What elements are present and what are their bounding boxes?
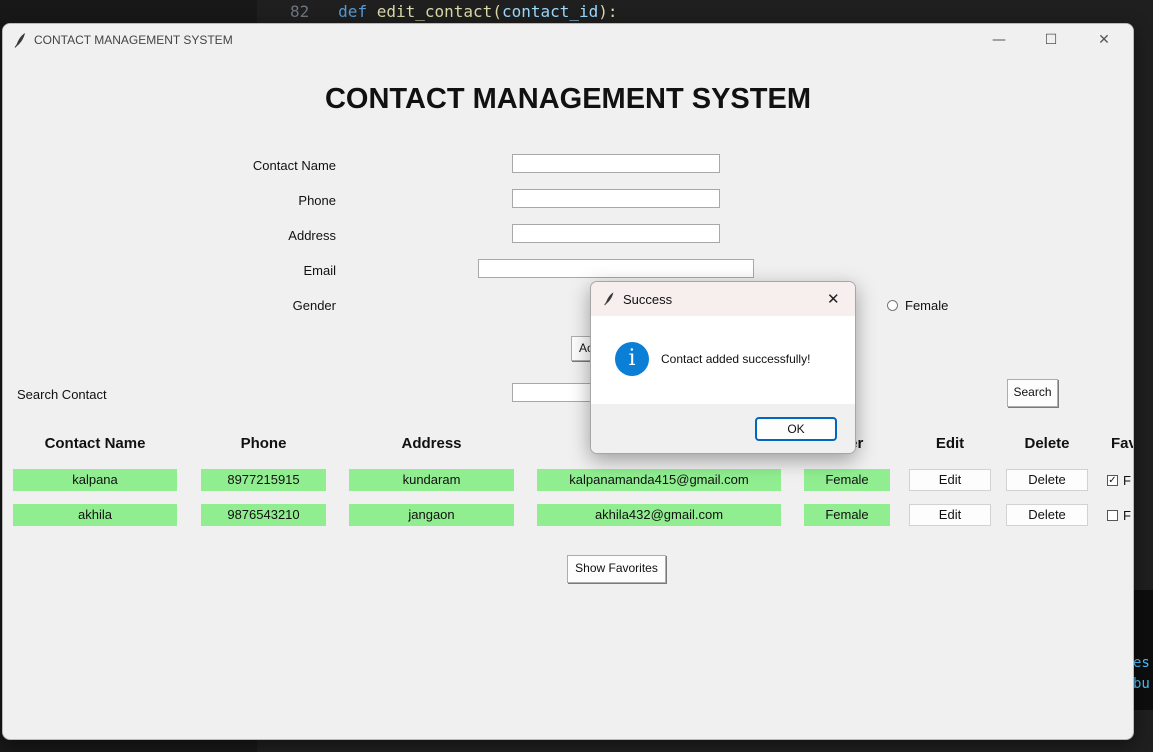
contact-name-input[interactable]: [512, 154, 720, 173]
search-input[interactable]: [512, 383, 602, 402]
code-line: 82 def edit_contact(contact_id):: [290, 2, 618, 21]
table-cell-gender: Female: [804, 469, 890, 491]
code-keyword: def: [338, 2, 368, 21]
ok-button[interactable]: OK: [755, 417, 837, 441]
dialog-title: Success: [623, 292, 673, 307]
gender-label: Gender: [292, 298, 336, 313]
feather-icon: [604, 292, 614, 306]
terminal-text-2: bu: [1133, 676, 1150, 692]
close-button[interactable]: ✕: [1091, 28, 1117, 52]
page-title: CONTACT MANAGEMENT SYSTEM: [324, 83, 811, 115]
line-number: 82: [290, 2, 310, 21]
checkmark-icon: ✓: [1107, 475, 1118, 486]
column-header-address: Address: [401, 435, 462, 452]
phone-input[interactable]: [512, 189, 720, 208]
email-label: Email: [303, 263, 336, 278]
gender-female-radio[interactable]: Female: [887, 298, 948, 313]
favorite-checkbox[interactable]: ✓ F: [1107, 473, 1131, 488]
radio-dot: [887, 300, 898, 311]
table-cell-email: akhila432@gmail.com: [537, 504, 781, 526]
dialog-body: i Contact added successfully!: [591, 316, 855, 404]
success-dialog: Success ✕ i Contact added successfully! …: [590, 281, 856, 454]
address-input[interactable]: [512, 224, 720, 243]
table-cell-phone: 9876543210: [201, 504, 326, 526]
code-paren-close: ):: [598, 2, 618, 21]
checkbox-empty-icon: [1107, 510, 1118, 521]
contact-name-label: Contact Name: [252, 158, 336, 173]
email-input[interactable]: [478, 259, 754, 278]
code-parameter: contact_id: [501, 2, 599, 21]
table-cell-email: kalpanamanda415@gmail.com: [537, 469, 781, 491]
column-header-name: Contact Name: [44, 435, 146, 452]
table-cell-phone: 8977215915: [201, 469, 326, 491]
table-cell-address: kundaram: [349, 469, 514, 491]
edit-button[interactable]: Edit: [909, 504, 991, 526]
info-icon: i: [615, 342, 649, 376]
table-cell-address: jangaon: [349, 504, 514, 526]
table-cell-name: kalpana: [13, 469, 177, 491]
phone-label: Phone: [298, 193, 336, 208]
code-function-name: edit_contact: [376, 2, 493, 21]
show-favorites-button[interactable]: Show Favorites: [567, 555, 666, 583]
dialog-footer: OK: [591, 404, 855, 453]
delete-button[interactable]: Delete: [1006, 469, 1088, 491]
maximize-button[interactable]: ☐: [1038, 28, 1064, 52]
code-paren-open: (: [492, 2, 502, 21]
dialog-message: Contact added successfully!: [661, 352, 811, 366]
column-header-phone: Phone: [240, 435, 287, 452]
favorite-checkbox[interactable]: F: [1107, 508, 1131, 523]
terminal-text-1: es: [1133, 655, 1150, 671]
favorite-label: F: [1123, 508, 1131, 523]
dialog-title-bar[interactable]: Success ✕: [591, 282, 855, 316]
title-bar[interactable]: CONTACT MANAGEMENT SYSTEM — ☐ ✕: [3, 24, 1133, 57]
column-header-edit: Edit: [935, 435, 965, 452]
search-button[interactable]: Search: [1007, 379, 1058, 407]
edit-button[interactable]: Edit: [909, 469, 991, 491]
favorite-label: F: [1123, 473, 1131, 488]
app-window: CONTACT MANAGEMENT SYSTEM — ☐ ✕ CONTACT …: [2, 23, 1134, 740]
editor-terminal-strip: [1133, 590, 1153, 710]
table-cell-gender: Female: [804, 504, 890, 526]
table-cell-name: akhila: [13, 504, 177, 526]
female-label: Female: [905, 298, 949, 313]
address-label: Address: [288, 228, 336, 243]
feather-icon: [14, 33, 25, 48]
column-header-favorite: Fav: [1111, 435, 1133, 452]
dialog-close-button[interactable]: ✕: [827, 290, 840, 308]
delete-button[interactable]: Delete: [1006, 504, 1088, 526]
column-header-delete: Delete: [1024, 435, 1070, 452]
minimize-button[interactable]: —: [986, 28, 1012, 52]
search-contact-label: Search Contact: [17, 387, 107, 402]
window-title: CONTACT MANAGEMENT SYSTEM: [34, 33, 233, 47]
